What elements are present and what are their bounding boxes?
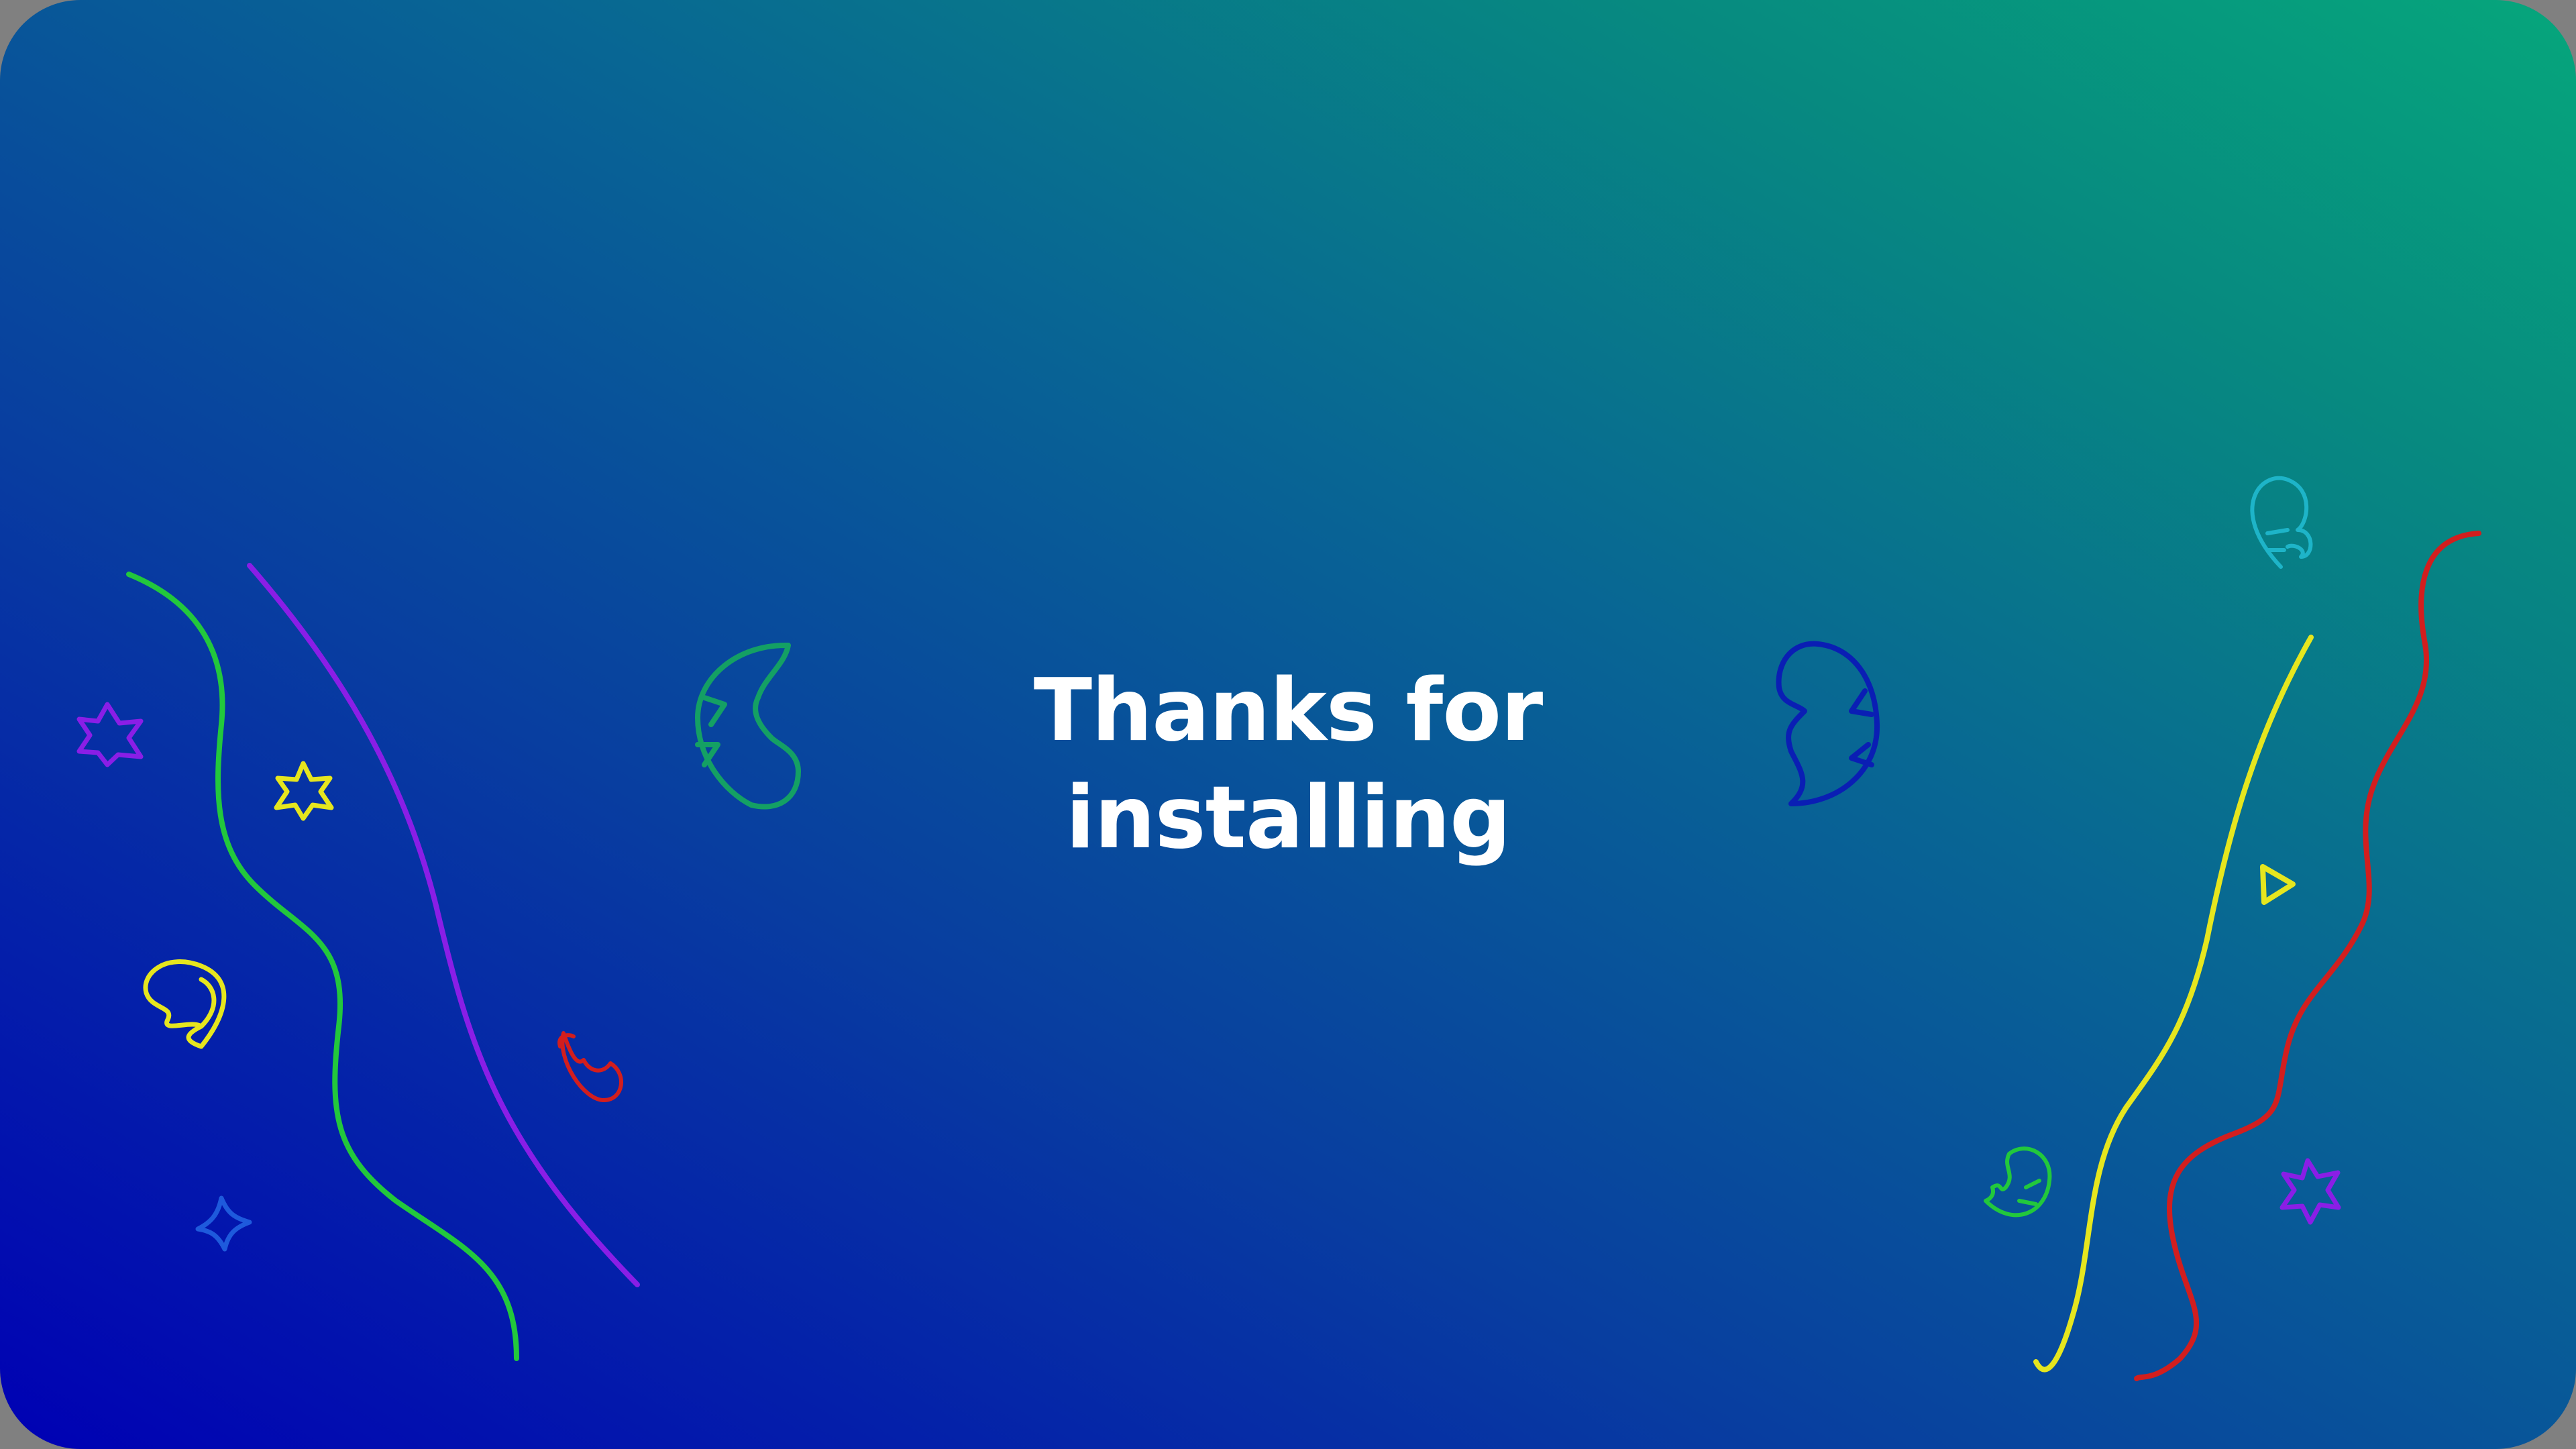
navy-leaf-icon (1776, 641, 1880, 806)
yellow-star-icon (274, 761, 334, 821)
teal-leaf-icon (695, 642, 801, 810)
red-leaf-icon (557, 1031, 623, 1102)
yellow-triangle-icon (2260, 864, 2296, 905)
purple-star-icon (76, 702, 144, 767)
thanks-title: Thanks for installing (1033, 661, 1544, 868)
welcome-window: Thanks for installing (0, 0, 2576, 1449)
green-squiggle-line (126, 572, 519, 1361)
green-leaf-icon (1984, 1146, 2052, 1218)
purple-star-right-icon (2279, 1158, 2341, 1225)
red-squiggle-line (2134, 531, 2481, 1381)
cyan-leaf-icon (2250, 476, 2313, 569)
yellow-squiggle-line (2033, 635, 2314, 1373)
purple-squiggle-line (247, 563, 640, 1287)
yellow-leaf-icon (143, 959, 227, 1049)
blue-sparkle-icon (195, 1195, 252, 1252)
